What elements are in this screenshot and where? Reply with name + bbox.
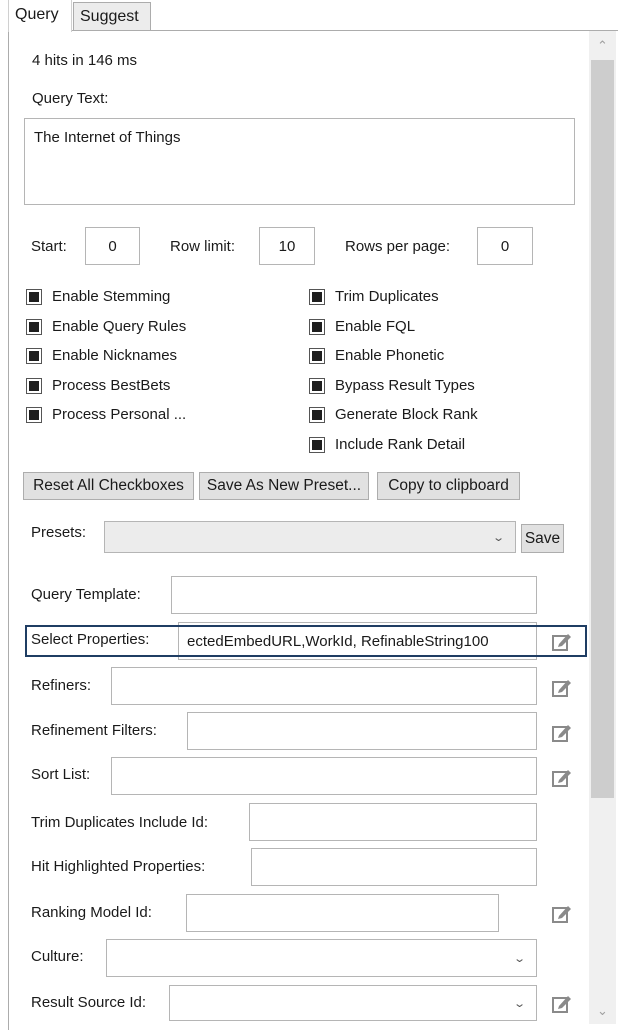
checkbox-box[interactable] xyxy=(26,377,42,394)
culture-label: Culture: xyxy=(31,948,84,965)
tab-suggest-label: Suggest xyxy=(80,8,139,25)
query-text-value: The Internet of Things xyxy=(34,129,181,146)
checkbox-label: Process BestBets xyxy=(52,377,171,394)
select-properties-highlight xyxy=(25,625,587,657)
checkbox-box[interactable] xyxy=(26,347,42,364)
checkbox-label: Enable Query Rules xyxy=(52,318,187,335)
query-template-input[interactable] xyxy=(171,576,537,614)
row-limit-label: Row limit: xyxy=(170,238,236,255)
checkbox-label: Enable Phonetic xyxy=(335,347,445,364)
checkbox-box[interactable] xyxy=(26,318,42,335)
checkbox-box[interactable] xyxy=(309,347,325,364)
checkbox-label: Trim Duplicates xyxy=(335,288,439,305)
checkbox-enable-phonetic[interactable]: Enable Phonetic xyxy=(309,347,444,364)
checkbox-box[interactable] xyxy=(309,288,325,305)
trim-duplicates-include-id-label: Trim Duplicates Include Id: xyxy=(31,814,209,831)
checkbox-box[interactable] xyxy=(309,406,325,423)
scroll-down-arrow[interactable]: ⌄ xyxy=(589,998,616,1024)
checkbox-label: Enable FQL xyxy=(335,318,416,335)
refiners-label: Refiners: xyxy=(31,677,92,694)
query-text-input[interactable]: The Internet of Things xyxy=(24,118,575,205)
checkbox-box[interactable] xyxy=(26,288,42,305)
checkbox-label: Generate Block Rank xyxy=(335,406,478,423)
tab-query[interactable]: Query xyxy=(8,0,72,32)
sort-list-label: Sort List: xyxy=(31,766,91,783)
edit-icon[interactable] xyxy=(551,630,573,652)
checkbox-label: Bypass Result Types xyxy=(335,377,475,394)
checkbox-bypass-result-types[interactable]: Bypass Result Types xyxy=(309,377,475,394)
presets-dropdown[interactable]: ⌄ xyxy=(104,521,516,553)
ranking-model-id-input[interactable] xyxy=(186,894,499,932)
checkbox-include-rank-detail[interactable]: Include Rank Detail xyxy=(309,436,465,453)
ranking-model-id-label: Ranking Model Id: xyxy=(31,904,152,921)
refiners-input[interactable] xyxy=(111,667,537,705)
hit-highlighted-properties-label: Hit Highlighted Properties: xyxy=(31,858,206,875)
presets-label: Presets: xyxy=(31,524,87,541)
start-value: 0 xyxy=(108,237,117,255)
checkbox-box[interactable] xyxy=(309,377,325,394)
refinement-filters-label: Refinement Filters: xyxy=(31,722,157,739)
result-source-id-dropdown[interactable]: ⌄ xyxy=(169,985,537,1021)
checkbox-label: Enable Stemming xyxy=(52,288,171,305)
checkbox-label: Enable Nicknames xyxy=(52,347,178,364)
result-source-id-label: Result Source Id: xyxy=(31,994,147,1011)
chevron-down-icon: ⌄ xyxy=(512,952,526,965)
copy-to-clipboard-button[interactable]: Copy to clipboard xyxy=(377,472,520,500)
checkbox-box[interactable] xyxy=(309,318,325,335)
checkbox-process-bestbets[interactable]: Process BestBets xyxy=(26,377,170,394)
checkbox-label: Process Personal ... xyxy=(52,406,187,423)
row-limit-value: 10 xyxy=(278,237,296,255)
checkbox-generate-block-rank[interactable]: Generate Block Rank xyxy=(309,406,478,423)
sort-list-input[interactable] xyxy=(111,757,537,795)
scroll-thumb[interactable] xyxy=(591,60,614,798)
query-text-label: Query Text: xyxy=(32,90,109,107)
edit-icon[interactable] xyxy=(551,766,573,788)
tab-query-label: Query xyxy=(15,6,59,23)
chevron-down-icon: ⌄ xyxy=(512,997,526,1010)
query-template-label: Query Template: xyxy=(31,586,141,603)
presets-save-button[interactable]: Save xyxy=(521,524,564,553)
tab-suggest[interactable]: Suggest xyxy=(73,2,151,30)
rows-per-page-value: 0 xyxy=(500,237,510,255)
start-label: Start: xyxy=(31,238,67,255)
checkbox-process-personal[interactable]: Process Personal ... xyxy=(26,406,186,423)
checkbox-trim-duplicates[interactable]: Trim Duplicates xyxy=(309,288,439,305)
edit-icon[interactable] xyxy=(551,902,573,924)
start-input[interactable]: 0 xyxy=(85,227,140,265)
checkbox-enable-nicknames[interactable]: Enable Nicknames xyxy=(26,347,177,364)
checkbox-box[interactable] xyxy=(309,436,325,453)
rows-per-page-input[interactable]: 0 xyxy=(477,227,533,265)
edit-icon[interactable] xyxy=(551,676,573,698)
trim-duplicates-include-id-input[interactable] xyxy=(249,803,537,841)
checkbox-enable-query-rules[interactable]: Enable Query Rules xyxy=(26,318,186,335)
chevron-down-icon: ⌄ xyxy=(491,531,505,544)
row-limit-input[interactable]: 10 xyxy=(259,227,315,265)
checkbox-enable-fql[interactable]: Enable FQL xyxy=(309,318,415,335)
vertical-scrollbar[interactable]: ⌃ ⌄ xyxy=(589,31,616,1024)
hits-status: 4 hits in 146 ms xyxy=(32,52,138,69)
checkbox-box[interactable] xyxy=(26,406,42,423)
edit-icon[interactable] xyxy=(551,721,573,743)
scroll-up-arrow[interactable]: ⌃ xyxy=(589,33,616,59)
hit-highlighted-properties-input[interactable] xyxy=(251,848,537,886)
refinement-filters-input[interactable] xyxy=(187,712,537,750)
reset-all-checkboxes-button[interactable]: Reset All Checkboxes xyxy=(23,472,194,500)
checkbox-enable-stemming[interactable]: Enable Stemming xyxy=(26,288,170,305)
edit-icon[interactable] xyxy=(551,992,573,1014)
save-as-new-preset-button[interactable]: Save As New Preset... xyxy=(199,472,369,500)
culture-dropdown[interactable]: ⌄ xyxy=(106,939,537,977)
checkbox-label: Include Rank Detail xyxy=(335,436,466,453)
rows-per-page-label: Rows per page: xyxy=(345,238,451,255)
